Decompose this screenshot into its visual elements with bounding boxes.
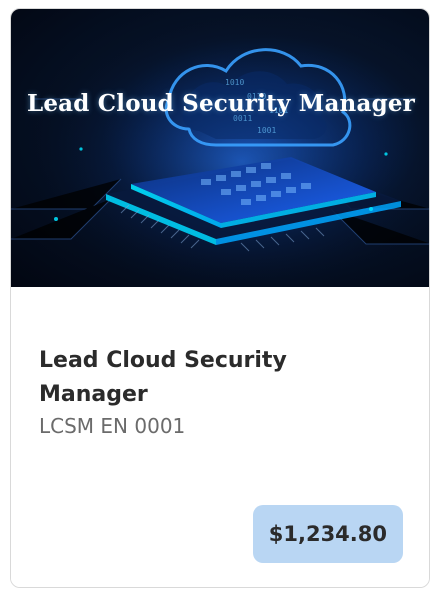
card-body: Lead Cloud Security Manager LCSM EN 0001… — [11, 287, 429, 587]
course-code: LCSM EN 0001 — [39, 414, 186, 438]
svg-text:1001: 1001 — [257, 126, 276, 135]
course-title[interactable]: Lead Cloud Security Manager — [39, 344, 399, 412]
price-badge[interactable]: $1,234.80 — [252, 505, 403, 563]
svg-text:1010: 1010 — [225, 78, 244, 87]
image-caption: Lead Cloud Security Manager — [26, 90, 416, 117]
chip-cloud-illustration: 1010 0110 1101 0011 1001 — [11, 9, 429, 287]
course-card[interactable]: 1010 0110 1101 0011 1001 Lead Cloud Secu… — [10, 8, 430, 588]
course-image[interactable]: 1010 0110 1101 0011 1001 Lead Cloud Secu… — [11, 9, 429, 287]
